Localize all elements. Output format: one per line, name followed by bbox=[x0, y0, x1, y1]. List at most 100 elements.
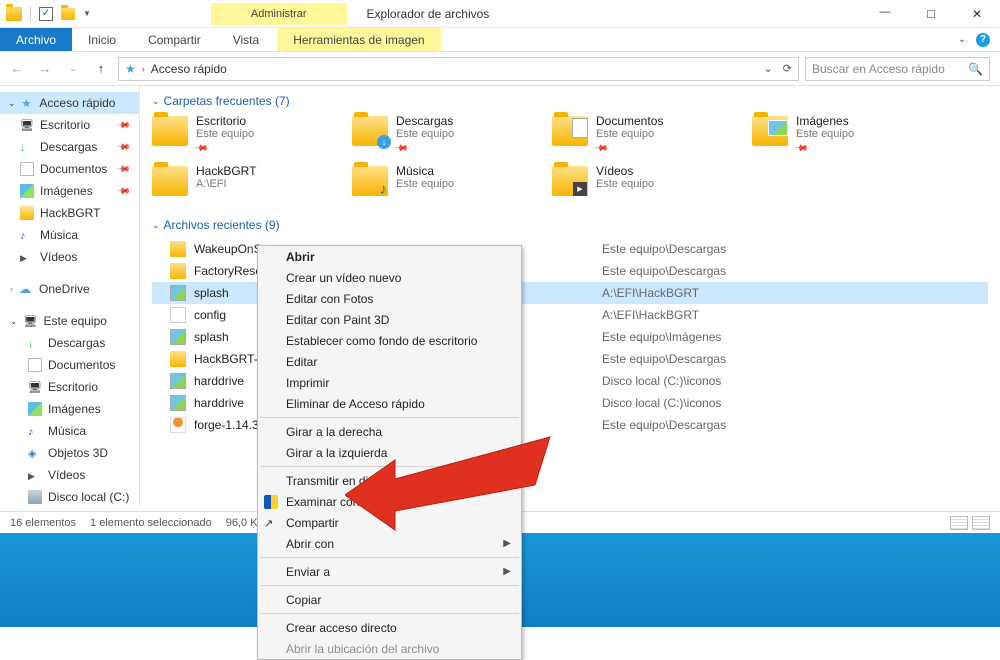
context-menu-item[interactable]: Enviar a▶ bbox=[258, 561, 521, 582]
breadcrumb-path[interactable]: Acceso rápido bbox=[151, 62, 227, 76]
context-menu-item[interactable]: Editar con Fotos bbox=[258, 288, 521, 309]
file-icon bbox=[170, 285, 186, 301]
chevron-down-icon[interactable]: ⌄ bbox=[8, 98, 16, 109]
file-icon bbox=[170, 241, 186, 257]
help-icon[interactable]: ? bbox=[976, 33, 990, 47]
menu-item-label: Abrir bbox=[286, 250, 315, 264]
file-icon bbox=[170, 417, 186, 433]
sidebar-item-label: Imágenes bbox=[40, 184, 93, 198]
sidebar-item[interactable]: Objetos 3D bbox=[0, 442, 139, 464]
tab-file[interactable]: Archivo bbox=[0, 28, 72, 51]
context-menu-item[interactable]: Crear acceso directo bbox=[258, 617, 521, 638]
pin-icon: 📌 bbox=[116, 117, 132, 133]
folder-location: Este equipo bbox=[796, 128, 854, 140]
sidebar-item[interactable]: Documentos📌 bbox=[0, 158, 139, 180]
frequent-folder-item[interactable]: Documentos Este equipo 📌 bbox=[552, 114, 752, 154]
context-menu-item[interactable]: Girar a la izquierda bbox=[258, 442, 521, 463]
folder-icon bbox=[20, 140, 34, 154]
sidebar-item-label: HackBGRT bbox=[40, 206, 100, 220]
search-icon[interactable]: 🔍 bbox=[968, 62, 983, 76]
refresh-icon[interactable]: ⟳ bbox=[783, 62, 792, 75]
chevron-down-icon[interactable]: ⌄ bbox=[10, 316, 18, 327]
frequent-folder-item[interactable]: Vídeos Este equipo bbox=[552, 164, 752, 204]
pin-icon: 📌 bbox=[194, 141, 210, 157]
folder-icon bbox=[20, 250, 34, 264]
details-view-icon[interactable] bbox=[950, 516, 968, 530]
sidebar-item[interactable]: Imágenes📌 bbox=[0, 180, 139, 202]
context-menu-item[interactable]: Copiar bbox=[258, 589, 521, 610]
folder-location: Este equipo bbox=[596, 178, 654, 190]
sidebar-item[interactable]: Escritorio bbox=[0, 376, 139, 398]
minimize-button[interactable] bbox=[862, 0, 908, 28]
recent-files-header[interactable]: ⌄ Archivos recientes (9) bbox=[152, 218, 988, 232]
sidebar-onedrive[interactable]: › OneDrive bbox=[0, 278, 139, 300]
large-icons-view-icon[interactable] bbox=[972, 516, 990, 530]
qat-dropdown-icon[interactable]: ▼ bbox=[83, 9, 91, 18]
frequent-folder-item[interactable]: HackBGRT A:\EFI bbox=[152, 164, 352, 204]
sidebar-this-pc[interactable]: ⌄ Este equipo bbox=[0, 310, 139, 332]
context-menu-item[interactable]: Abrir la ubicación del archivo bbox=[258, 638, 521, 659]
sidebar-item[interactable]: Imágenes bbox=[0, 398, 139, 420]
new-folder-icon[interactable] bbox=[61, 8, 75, 20]
address-dropdown-icon[interactable]: ⌄ bbox=[764, 62, 773, 75]
breadcrumb-arrow-icon[interactable]: › bbox=[142, 64, 145, 74]
chevron-down-icon[interactable]: ⌄ bbox=[152, 220, 160, 231]
context-menu-item[interactable]: Editar bbox=[258, 351, 521, 372]
search-input[interactable]: Buscar en Acceso rápido 🔍 bbox=[805, 57, 990, 81]
frequent-folder-item[interactable]: Música Este equipo bbox=[352, 164, 552, 204]
sidebar-quick-access-label: Acceso rápido bbox=[39, 96, 115, 110]
chevron-down-icon[interactable]: ⌄ bbox=[152, 96, 160, 107]
menu-item-label: Editar bbox=[286, 355, 317, 369]
file-path: A:\EFI\HackBGRT bbox=[602, 308, 699, 322]
sidebar-item-label: Música bbox=[40, 228, 78, 242]
context-menu-item[interactable]: Establecer como fondo de escritorio bbox=[258, 330, 521, 351]
back-button[interactable]: ← bbox=[6, 58, 28, 80]
sidebar-item[interactable]: Música bbox=[0, 420, 139, 442]
context-menu-item[interactable]: Eliminar de Acceso rápido bbox=[258, 393, 521, 414]
context-menu-item[interactable]: Crear un vídeo nuevo bbox=[258, 267, 521, 288]
tab-image-tools[interactable]: Herramientas de imagen bbox=[277, 28, 440, 51]
frequent-folder-item[interactable]: Imágenes Este equipo 📌 bbox=[752, 114, 952, 154]
folder-location: Este equipo bbox=[396, 178, 454, 190]
context-menu-item[interactable]: Examinar con Wi nder... bbox=[258, 491, 521, 512]
folder-icon bbox=[352, 166, 388, 196]
sidebar-quick-access[interactable]: ⌄ ★ Acceso rápido bbox=[0, 92, 139, 114]
context-menu-item[interactable]: Editar con Paint 3D bbox=[258, 309, 521, 330]
context-menu-item[interactable]: Girar a la derecha bbox=[258, 421, 521, 442]
folder-icon bbox=[28, 424, 42, 438]
manage-contextual-tab[interactable]: Administrar bbox=[211, 3, 347, 25]
file-path: Este equipo\Descargas bbox=[602, 352, 726, 366]
forward-button[interactable]: → bbox=[34, 58, 56, 80]
context-menu-item[interactable]: Transmitir en disposi▶ bbox=[258, 470, 521, 491]
tab-view[interactable]: Vista bbox=[217, 28, 275, 51]
sidebar-item[interactable]: Escritorio📌 bbox=[0, 114, 139, 136]
sidebar-item[interactable]: Vídeos bbox=[0, 246, 139, 268]
sidebar-item[interactable]: Descargas bbox=[0, 332, 139, 354]
close-button[interactable] bbox=[954, 0, 1000, 28]
ribbon-collapse-icon[interactable]: ⌄ bbox=[958, 34, 966, 45]
properties-icon[interactable]: ✓ bbox=[39, 7, 53, 21]
tab-share[interactable]: Compartir bbox=[132, 28, 217, 51]
frequent-folders-header[interactable]: ⌄ Carpetas frecuentes (7) bbox=[152, 94, 988, 108]
folder-name: Descargas bbox=[396, 114, 454, 128]
frequent-folder-item[interactable]: Escritorio Este equipo 📌 bbox=[152, 114, 352, 154]
context-menu-item[interactable]: Abrir con▶ bbox=[258, 533, 521, 554]
recent-locations-icon[interactable]: ⌄ bbox=[62, 58, 84, 80]
context-menu-item[interactable]: Abrir bbox=[258, 246, 521, 267]
maximize-button[interactable] bbox=[908, 0, 954, 28]
context-menu-item[interactable]: Compartir bbox=[258, 512, 521, 533]
tab-home[interactable]: Inicio bbox=[72, 28, 132, 51]
sidebar-item[interactable]: Vídeos bbox=[0, 464, 139, 486]
up-button[interactable]: ↑ bbox=[90, 58, 112, 80]
sidebar-item[interactable]: HackBGRT bbox=[0, 202, 139, 224]
sidebar-item[interactable]: Descargas📌 bbox=[0, 136, 139, 158]
address-input[interactable]: ★ › Acceso rápido ⌄ ⟳ bbox=[118, 57, 799, 81]
sidebar-item[interactable]: Documentos bbox=[0, 354, 139, 376]
menu-item-label: Abrir la ubicación del archivo bbox=[286, 642, 439, 656]
sidebar-item[interactable]: Disco local (C:) bbox=[0, 486, 139, 506]
context-menu-item[interactable]: Imprimir bbox=[258, 372, 521, 393]
frequent-folder-item[interactable]: Descargas Este equipo 📌 bbox=[352, 114, 552, 154]
sidebar-item[interactable]: Música bbox=[0, 224, 139, 246]
chevron-right-icon[interactable]: › bbox=[10, 284, 13, 294]
folder-icon bbox=[20, 228, 34, 242]
